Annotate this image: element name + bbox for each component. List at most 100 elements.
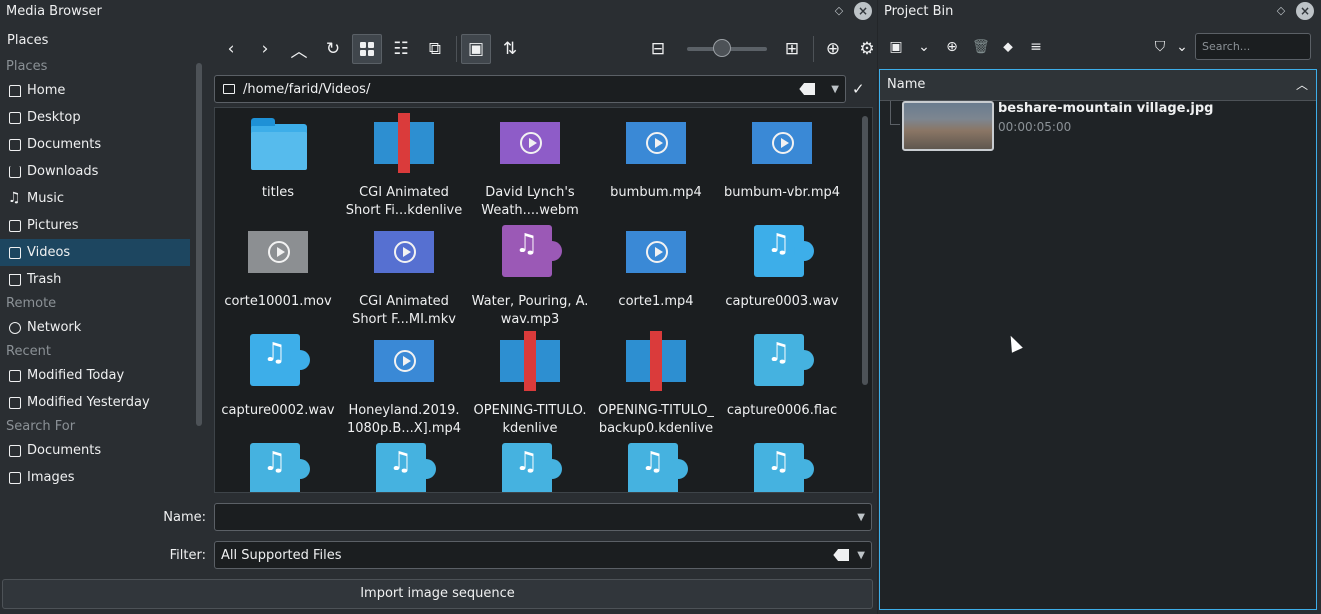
place-item-music[interactable]: Music bbox=[0, 185, 190, 212]
forward-icon[interactable]: › bbox=[250, 34, 280, 64]
menu-icon[interactable]: ≡ bbox=[1028, 39, 1044, 55]
file-name-line1: corte10001.mov bbox=[224, 294, 332, 309]
float-panel-icon[interactable]: ◇ bbox=[832, 4, 846, 18]
place-item-label: Documents bbox=[27, 443, 102, 458]
project-bin-panel: Project Bin ◇ × ▣ ⌄ ⊕ 🗑 ⬥ ≡ ⛉ ⌄ Search..… bbox=[878, 0, 1321, 614]
place-item-modified-today[interactable]: Modified Today bbox=[0, 362, 190, 389]
audio-file-icon: ♫ bbox=[248, 443, 310, 492]
folder-icon bbox=[248, 116, 308, 176]
file-item[interactable]: bumbum.mp4 bbox=[593, 116, 719, 202]
file-name-line1: titles bbox=[261, 185, 295, 200]
place-item-documents[interactable]: Documents bbox=[0, 131, 190, 158]
sort-icon[interactable]: ⇅ bbox=[495, 34, 525, 64]
tree-view-icon[interactable]: ⧉ bbox=[420, 34, 450, 64]
place-item-modified-yesterday[interactable]: Modified Yesterday bbox=[0, 389, 190, 416]
icons-view-icon[interactable] bbox=[352, 34, 382, 64]
file-name: bumbum-vbr.mp4 bbox=[719, 184, 845, 202]
zoom-out-icon[interactable]: ⊟ bbox=[643, 34, 673, 64]
file-item[interactable]: ♫ bbox=[467, 443, 593, 492]
place-item-videos[interactable]: Videos bbox=[0, 239, 190, 266]
file-item[interactable]: Honeyland.2019. 1080p.B...X].mp4 bbox=[341, 334, 467, 438]
file-name-line1: corte1.mp4 bbox=[618, 294, 694, 309]
clip-thumbnail[interactable] bbox=[902, 101, 994, 151]
file-item[interactable]: ♫ bbox=[719, 443, 845, 492]
project-bin-list[interactable]: Name ︿ beshare-mountain village.jpg 00:0… bbox=[879, 69, 1317, 610]
video-file-icon bbox=[752, 116, 812, 176]
add-folder-icon[interactable]: ⊕ bbox=[818, 34, 848, 64]
place-item-downloads[interactable]: Downloads bbox=[0, 158, 190, 185]
place-item-network[interactable]: Network bbox=[0, 314, 190, 341]
file-grid[interactable]: titles CGI Animated Short Fi...kdenlive Dav… bbox=[214, 107, 873, 493]
place-item-images[interactable]: Images bbox=[0, 464, 190, 491]
file-item[interactable]: ♫ capture0002.wav bbox=[215, 334, 341, 420]
clip-name[interactable]: beshare-mountain village.jpg bbox=[998, 101, 1213, 116]
file-item[interactable]: ♫ Water, Pouring, A. wav.mp3 bbox=[467, 225, 593, 329]
file-name: David Lynch's Weath....webm bbox=[467, 184, 593, 220]
chevron-down-icon[interactable]: ⌄ bbox=[1174, 39, 1190, 55]
place-item-trash[interactable]: Trash bbox=[0, 266, 190, 293]
file-grid-scrollbar[interactable] bbox=[862, 116, 868, 385]
chevron-down-icon[interactable]: ⌄ bbox=[916, 39, 932, 55]
project-bin-search-input[interactable]: Search... bbox=[1195, 33, 1311, 60]
file-item[interactable]: ♫ capture0006.flac bbox=[719, 334, 845, 420]
file-item[interactable]: corte1.mp4 bbox=[593, 225, 719, 311]
file-item[interactable]: David Lynch's Weath....webm bbox=[467, 116, 593, 220]
file-name: corte1.mp4 bbox=[593, 293, 719, 311]
downloads-icon bbox=[9, 165, 21, 178]
file-item[interactable]: corte10001.mov bbox=[215, 225, 341, 311]
file-item[interactable]: OPENING-TITULO_ backup0.kdenlive bbox=[593, 331, 719, 438]
file-item[interactable]: CGI Animated Short Fi...kdenlive bbox=[341, 113, 467, 220]
reload-icon[interactable]: ↻ bbox=[318, 34, 348, 64]
filter-combo[interactable]: All Supported Files ▼ bbox=[214, 541, 872, 569]
place-item-desktop[interactable]: Desktop bbox=[0, 104, 190, 131]
video-file-icon bbox=[626, 225, 686, 285]
clear-path-icon[interactable] bbox=[799, 83, 816, 95]
audio-file-icon: ♫ bbox=[500, 225, 562, 285]
places-panel: Places Home Desktop Documents Downloads Music… bbox=[0, 56, 190, 486]
back-icon[interactable]: ‹ bbox=[216, 34, 246, 64]
filter-label: Filter: bbox=[169, 548, 206, 563]
file-item[interactable]: ♫ bbox=[341, 443, 467, 492]
confirm-path-icon[interactable]: ✓ bbox=[852, 80, 865, 98]
path-bar[interactable]: /home/farid/Videos/ ▼ bbox=[214, 75, 846, 103]
place-item-pictures[interactable]: Pictures bbox=[0, 212, 190, 239]
close-panel-icon[interactable]: × bbox=[854, 2, 872, 20]
file-item[interactable]: OPENING-TITULO. kdenlive bbox=[467, 331, 593, 438]
up-icon[interactable]: ︿ bbox=[284, 34, 314, 64]
chevron-down-icon[interactable]: ▼ bbox=[857, 550, 865, 561]
media-browser-title: Media Browser bbox=[6, 4, 102, 19]
filter-icon[interactable]: ⛉ bbox=[1152, 39, 1168, 55]
sort-ascending-icon[interactable]: ︿ bbox=[1296, 70, 1308, 100]
preview-icon[interactable]: ▣ bbox=[461, 34, 491, 64]
path-text[interactable]: /home/farid/Videos/ bbox=[243, 82, 791, 97]
filter-value[interactable]: All Supported Files bbox=[221, 548, 833, 563]
places-scrollbar[interactable] bbox=[196, 63, 202, 426]
place-item-home[interactable]: Home bbox=[0, 77, 190, 104]
place-item-documents[interactable]: Documents bbox=[0, 437, 190, 464]
import-image-sequence-button[interactable]: Import image sequence bbox=[2, 579, 873, 609]
file-item[interactable]: bumbum-vbr.mp4 bbox=[719, 116, 845, 202]
zoom-slider-handle[interactable] bbox=[713, 39, 731, 57]
zoom-slider[interactable] bbox=[687, 39, 767, 57]
compact-view-icon[interactable]: ☷ bbox=[386, 34, 416, 64]
delete-icon[interactable]: 🗑 bbox=[972, 39, 990, 55]
file-item[interactable]: ♫ bbox=[593, 443, 719, 492]
add-folder-icon[interactable]: ⊕ bbox=[944, 39, 960, 55]
add-clip-icon[interactable]: ▣ bbox=[888, 39, 904, 55]
float-panel-icon[interactable]: ◇ bbox=[1274, 4, 1288, 18]
file-item[interactable]: titles bbox=[215, 116, 341, 202]
file-name-line1: OPENING-TITULO_ bbox=[598, 403, 714, 418]
name-combo[interactable]: ▼ bbox=[214, 503, 872, 531]
file-name: Water, Pouring, A. wav.mp3 bbox=[467, 293, 593, 329]
zoom-in-icon[interactable]: ⊞ bbox=[777, 34, 807, 64]
clear-filter-icon[interactable] bbox=[833, 549, 850, 561]
name-column-header[interactable]: Name ︿ bbox=[880, 70, 1316, 101]
file-item[interactable]: CGI Animated Short F...MI.mkv bbox=[341, 225, 467, 329]
home-icon bbox=[9, 84, 21, 97]
tag-icon[interactable]: ⬥ bbox=[1000, 39, 1016, 55]
file-item[interactable]: ♫ bbox=[215, 443, 341, 492]
chevron-down-icon[interactable]: ▼ bbox=[857, 512, 865, 523]
chevron-down-icon[interactable]: ▼ bbox=[831, 84, 839, 95]
file-item[interactable]: ♫ capture0003.wav bbox=[719, 225, 845, 311]
close-panel-icon[interactable]: × bbox=[1296, 2, 1314, 20]
